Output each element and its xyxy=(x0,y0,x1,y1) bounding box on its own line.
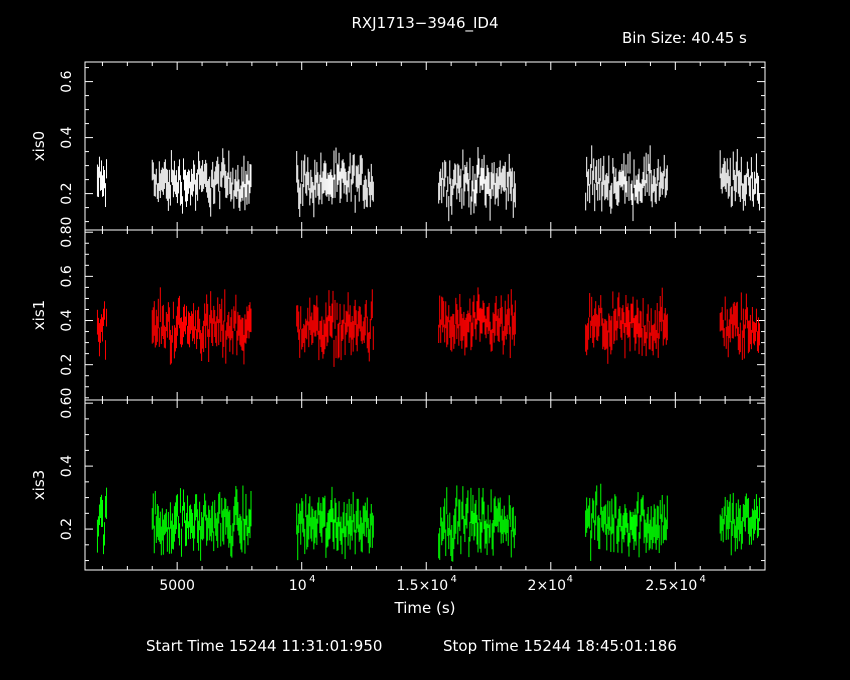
x-axis-label: Time (s) xyxy=(394,599,456,617)
x-tick-label: 10 xyxy=(289,578,307,594)
y-tick-label: 0.80 xyxy=(59,217,75,248)
y-tick-label: 0.2 xyxy=(59,518,75,540)
start-time: Start Time 15244 11:31:01:950 xyxy=(146,637,383,655)
x-tick-label: 2×10 xyxy=(528,578,566,594)
y-tick-label: 0.60 xyxy=(59,388,75,419)
stop-time: Stop Time 15244 18:45:01:186 xyxy=(443,637,677,655)
light-curve-plot: 0.2 0.4 0.6 xis0 0.2 0.4 0.6 0.80 xis1 0.2 0.4 0.60… xyxy=(30,61,766,594)
x-tick-label: 2.5×10 xyxy=(645,578,697,594)
y-tick-label: 0.2 xyxy=(59,354,75,376)
x-tick-exponent: 4 xyxy=(700,574,706,585)
y-tick-label: 0.6 xyxy=(59,265,75,287)
y-tick-label: 0.4 xyxy=(59,455,75,477)
x-tick-exponent: 4 xyxy=(309,574,315,585)
panel-label-xis1: xis1 xyxy=(30,300,48,330)
x-tick-exponent: 4 xyxy=(567,574,573,585)
x-tick-label: 1.5×10 xyxy=(396,578,448,594)
panel-label-xis0: xis0 xyxy=(30,131,48,161)
y-tick-label: 0.4 xyxy=(59,126,75,148)
x-tick-exponent: 4 xyxy=(450,574,456,585)
y-tick-label: 0.4 xyxy=(59,309,75,331)
panel-label-xis3: xis3 xyxy=(30,470,48,500)
x-tick-label: 5000 xyxy=(159,578,195,594)
y-tick-label: 0.6 xyxy=(59,70,75,92)
y-tick-label: 0.2 xyxy=(59,182,75,204)
